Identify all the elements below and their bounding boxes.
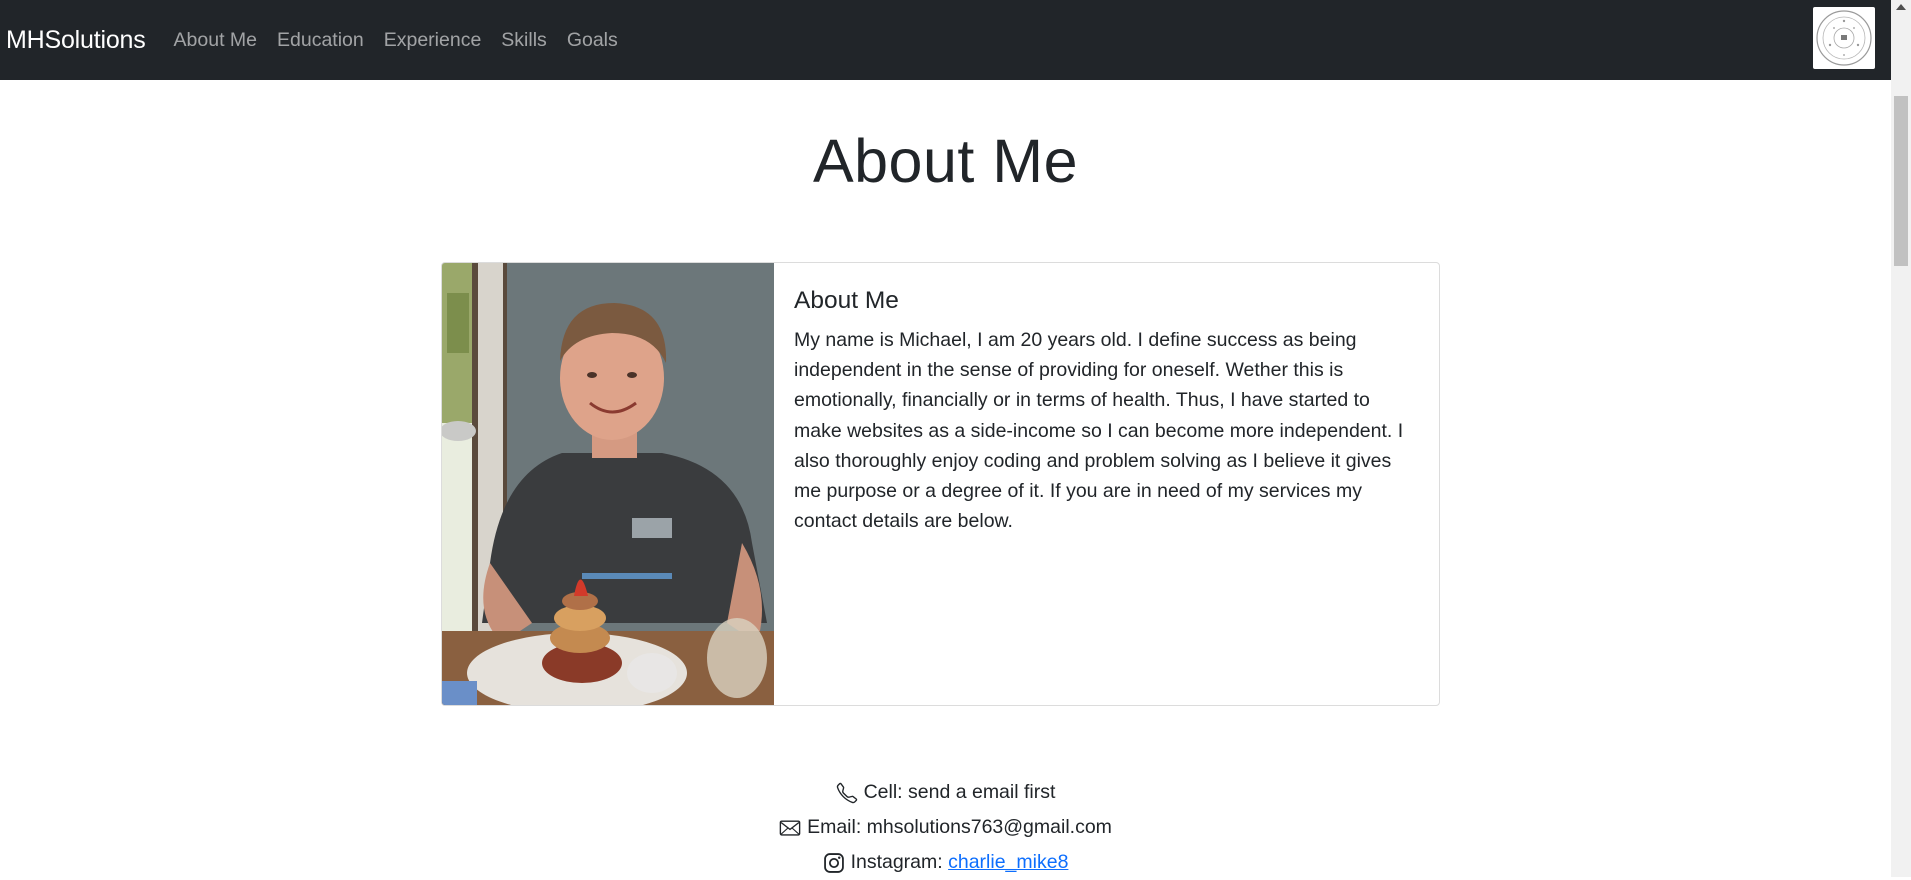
contact-instagram-row: Instagram: charlie_mike8 <box>0 845 1891 880</box>
card-body: About Me My name is Michael, I am 20 yea… <box>774 263 1439 705</box>
profile-photo <box>442 263 774 705</box>
seal-logo-icon[interactable] <box>1813 7 1875 69</box>
scroll-up-arrow-icon[interactable] <box>1896 4 1906 10</box>
nav-link-about-me[interactable]: About Me <box>164 29 267 51</box>
contact-email-row: Email: mhsolutions763@gmail.com <box>0 810 1891 845</box>
phone-icon <box>836 782 857 803</box>
contact-details: Cell: send a email first Email: mhsoluti… <box>0 775 1891 880</box>
contact-cell-text: Cell: send a email first <box>863 781 1056 803</box>
contact-email-text: Email: mhsolutions763@gmail.com <box>807 816 1112 838</box>
brand-link[interactable]: MHSolutions <box>6 26 146 55</box>
contact-instagram-label: Instagram: <box>850 851 943 873</box>
instagram-icon <box>823 852 844 873</box>
nav-links: About Me Education Experience Skills Goa… <box>164 29 628 52</box>
navbar: MHSolutions About Me Education Experienc… <box>0 0 1891 80</box>
nav-link-education[interactable]: Education <box>267 29 374 51</box>
card-description: My name is Michael, I am 20 years old. I… <box>794 329 1404 533</box>
nav-link-goals[interactable]: Goals <box>557 29 628 51</box>
card-title: About Me <box>794 287 899 314</box>
page-title: About Me <box>812 127 1079 195</box>
about-card: About Me My name is Michael, I am 20 yea… <box>441 262 1440 706</box>
envelope-icon <box>779 819 801 836</box>
instagram-handle-link[interactable]: charlie_mike8 <box>948 845 1068 880</box>
contact-cell-row: Cell: send a email first <box>0 775 1891 810</box>
scrollbar-thumb[interactable] <box>1894 96 1908 266</box>
nav-link-experience[interactable]: Experience <box>374 29 492 51</box>
nav-link-skills[interactable]: Skills <box>491 29 557 51</box>
page-scrollbar[interactable] <box>1891 0 1911 877</box>
